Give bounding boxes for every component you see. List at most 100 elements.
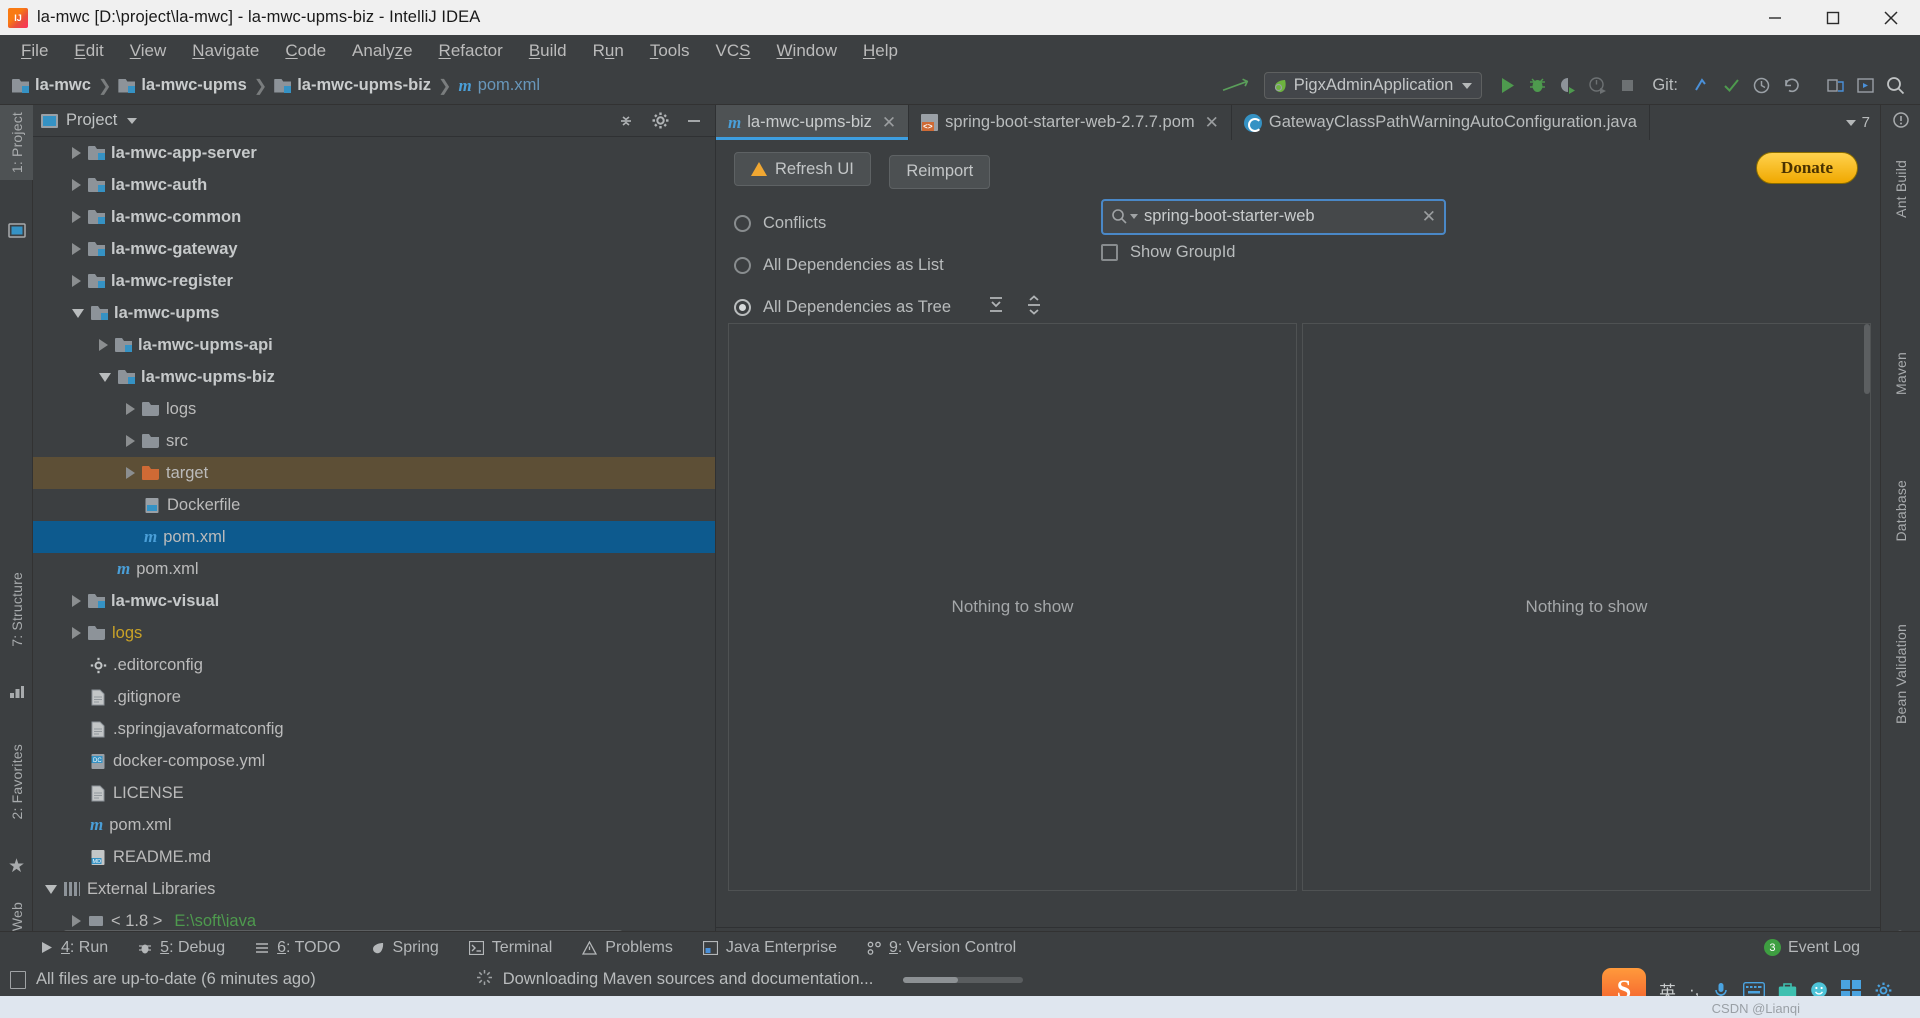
tree-row[interactable]: Dockerfile [33, 489, 715, 521]
pane-scrollbar[interactable] [1863, 324, 1871, 890]
tool-window-run[interactable]: 4: Run [40, 939, 108, 957]
tree-row[interactable]: m pom.xml [33, 553, 715, 585]
radio-all-dependencies-as-list[interactable]: All Dependencies as List [734, 245, 1880, 287]
chevron-down-icon[interactable] [99, 372, 111, 382]
tree-row[interactable]: la-mwc-gateway [33, 233, 715, 265]
tool-window-terminal[interactable]: Terminal [468, 939, 552, 957]
tree-row[interactable]: External Libraries [33, 873, 715, 905]
menu-code[interactable]: Code [272, 38, 339, 64]
tree-row[interactable]: la-mwc-app-server [33, 137, 715, 169]
breadcrumb-item-0[interactable]: la-mwc [12, 76, 91, 95]
tool-window-java-enterprise[interactable]: Java Enterprise [702, 939, 837, 957]
sidebar-item-maven[interactable]: Maven [1881, 345, 1920, 402]
hide-panel-button[interactable] [683, 110, 705, 132]
chevron-right-icon[interactable] [72, 595, 81, 607]
tool-window-todo[interactable]: 6: TODO [255, 939, 341, 957]
search-input[interactable]: spring-boot-starter-web ✕ [1101, 198, 1446, 235]
checkbox-show-groupid[interactable]: Show GroupId [1101, 243, 1235, 262]
sidebar-item-structure[interactable]: 7: Structure [0, 565, 33, 654]
tree-row[interactable]: la-mwc-upms-biz [33, 361, 715, 393]
chevron-down-icon[interactable] [1130, 214, 1138, 219]
breadcrumb-item-1[interactable]: la-mwc-upms [118, 76, 247, 95]
menu-analyze[interactable]: Analyze [339, 38, 426, 64]
dependency-detail-pane[interactable]: Nothing to show [1302, 323, 1871, 891]
tree-row[interactable]: < 1.8 > E:\soft\java [33, 905, 715, 927]
tree-row[interactable]: la-mwc-upms [33, 297, 715, 329]
menu-tools[interactable]: Tools [637, 38, 703, 64]
tree-row[interactable]: la-mwc-visual [33, 585, 715, 617]
tree-row[interactable]: m pom.xml [33, 521, 715, 553]
collapse-all-button[interactable] [615, 110, 637, 132]
debug-button[interactable] [1522, 72, 1552, 100]
tab-la-mwc-upms-biz[interactable]: m la-mwc-upms-biz ✕ [716, 105, 910, 140]
profile-button[interactable] [1582, 72, 1612, 100]
tree-row[interactable]: la-mwc-upms-api [33, 329, 715, 361]
close-icon[interactable] [1862, 0, 1920, 35]
menu-build[interactable]: Build [516, 38, 580, 64]
refresh-ui-button[interactable]: Refresh UI [734, 152, 871, 186]
tree-row[interactable]: target [33, 457, 715, 489]
breadcrumb-item-3[interactable]: m pom.xml [458, 76, 540, 96]
run-button[interactable] [1492, 72, 1522, 100]
project-tree[interactable]: la-mwc-app-server la-mwc-auth la-mwc-commo… [33, 137, 715, 927]
tab-spring-boot-starter-web-pom[interactable]: spring-boot-starter-web-2.7.7.pom ✕ [909, 105, 1232, 140]
close-icon[interactable]: ✕ [1205, 113, 1219, 133]
clear-icon[interactable]: ✕ [1422, 207, 1436, 227]
tree-row[interactable]: .editorconfig [33, 649, 715, 681]
tabs-overflow-button[interactable]: 7 [1836, 105, 1880, 140]
sidebar-item-bean-validation[interactable]: Bean Validation [1881, 617, 1920, 731]
tree-row[interactable]: la-mwc-common [33, 201, 715, 233]
chevron-down-icon[interactable] [45, 884, 57, 894]
menu-refactor[interactable]: Refactor [426, 38, 516, 64]
menu-navigate[interactable]: Navigate [179, 38, 272, 64]
minimize-icon[interactable] [1746, 0, 1804, 35]
tree-row[interactable]: src [33, 425, 715, 457]
tool-window-spring[interactable]: Spring [371, 939, 439, 957]
chevron-right-icon[interactable] [72, 627, 81, 639]
tree-row[interactable]: .springjavaformatconfig [33, 713, 715, 745]
reimport-button[interactable]: Reimport [889, 154, 991, 189]
tool-window-problems[interactable]: Problems [582, 939, 673, 957]
chevron-right-icon[interactable] [72, 243, 81, 255]
tree-row[interactable]: logs [33, 393, 715, 425]
sidebar-item-database[interactable]: Database [1881, 473, 1920, 549]
tree-row[interactable]: DC docker-compose.yml [33, 745, 715, 777]
event-log-button[interactable]: 3 Event Log [1763, 939, 1860, 957]
maximize-icon[interactable] [1804, 0, 1862, 35]
chevron-right-icon[interactable] [99, 339, 108, 351]
git-commit-button[interactable] [1716, 72, 1746, 100]
git-history-button[interactable] [1746, 72, 1776, 100]
chevron-right-icon[interactable] [126, 467, 135, 479]
tab-gateway-classpath-warning[interactable]: GatewayClassPathWarningAutoConfiguration… [1232, 105, 1650, 140]
tree-row[interactable]: .gitignore [33, 681, 715, 713]
sidebar-item-favorites[interactable]: 2: Favorites [0, 737, 33, 827]
chevron-down-icon[interactable] [72, 308, 84, 318]
tree-row[interactable]: MD README.md [33, 841, 715, 873]
tree-row[interactable]: logs [33, 617, 715, 649]
chevron-right-icon[interactable] [126, 403, 135, 415]
tree-row[interactable]: m pom.xml [33, 809, 715, 841]
menu-help[interactable]: Help [850, 38, 911, 64]
stop-button[interactable] [1612, 72, 1642, 100]
menu-file[interactable]: File [8, 38, 61, 64]
git-rollback-button[interactable] [1776, 72, 1806, 100]
chevron-down-icon[interactable] [127, 117, 138, 124]
tree-row[interactable]: la-mwc-auth [33, 169, 715, 201]
donate-button[interactable]: Donate [1756, 152, 1858, 184]
git-update-icon[interactable]: ⟶ [1218, 69, 1253, 102]
menu-run[interactable]: Run [580, 38, 637, 64]
notifications-icon[interactable] [1881, 111, 1920, 129]
tree-row[interactable]: la-mwc-register [33, 265, 715, 297]
menu-edit[interactable]: Edit [61, 38, 116, 64]
menu-window[interactable]: Window [764, 38, 850, 64]
close-icon[interactable]: ✕ [882, 113, 896, 133]
chevron-right-icon[interactable] [72, 211, 81, 223]
search-everywhere-button[interactable] [1880, 72, 1910, 100]
chevron-right-icon[interactable] [126, 435, 135, 447]
preview-button[interactable] [1850, 72, 1880, 100]
scrollbar-thumb[interactable] [1864, 324, 1870, 394]
sidebar-item-ant-build[interactable]: Ant Build [1881, 153, 1920, 225]
git-update-project-button[interactable] [1686, 72, 1716, 100]
select-opened-file-button[interactable] [1820, 72, 1850, 100]
chevron-right-icon[interactable] [72, 915, 81, 927]
